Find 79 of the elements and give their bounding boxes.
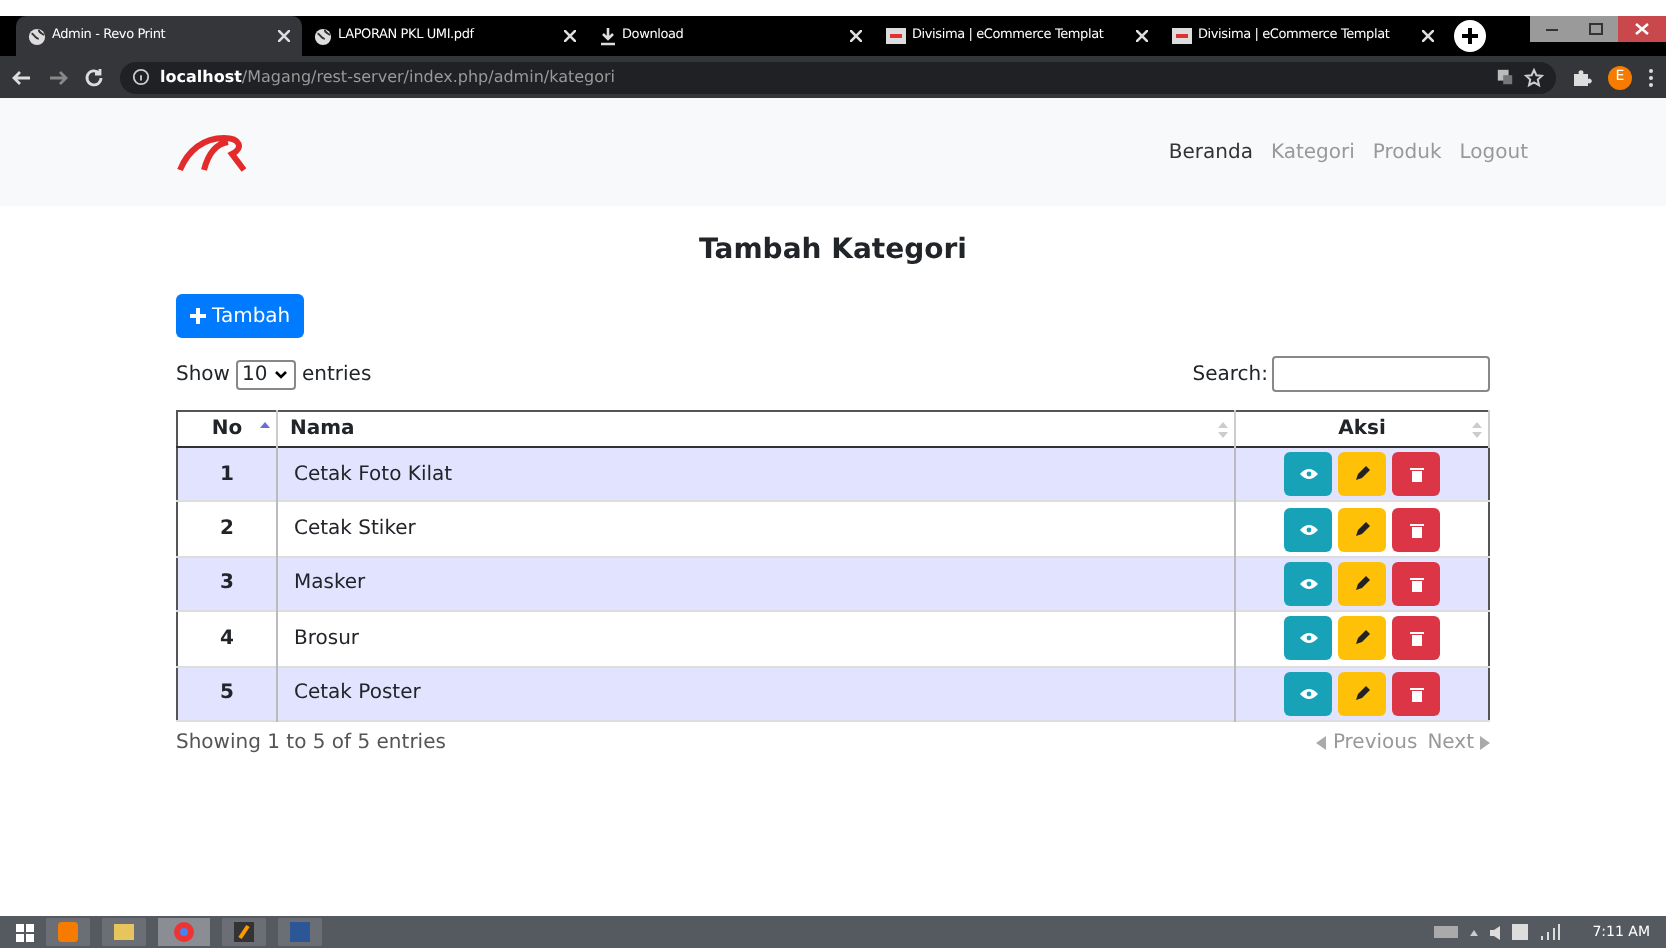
table-cell: 2 bbox=[177, 501, 277, 557]
table-cell: Masker bbox=[277, 556, 1235, 612]
eye-icon bbox=[1299, 687, 1317, 700]
delete-button[interactable] bbox=[1392, 452, 1440, 497]
table-info: Showing 1 to 5 of 5 entries bbox=[176, 729, 446, 758]
left-arrow-icon bbox=[1316, 735, 1327, 750]
pencil-icon bbox=[1354, 466, 1370, 483]
new-tab-icon[interactable] bbox=[1454, 20, 1486, 52]
pencil-icon bbox=[1354, 521, 1370, 538]
edit-button[interactable] bbox=[1338, 507, 1386, 552]
add-button[interactable]: Tambah bbox=[176, 294, 305, 338]
close-icon[interactable] bbox=[564, 30, 576, 42]
close-icon[interactable] bbox=[278, 30, 290, 42]
table-cell: 3 bbox=[177, 556, 277, 612]
right-arrow-icon bbox=[1480, 735, 1490, 750]
table-cell: Cetak Foto Kilat bbox=[277, 447, 1235, 502]
edit-button[interactable] bbox=[1338, 561, 1386, 606]
table-cell: Cetak Stiker bbox=[277, 501, 1235, 557]
restore-icon[interactable] bbox=[1574, 16, 1618, 42]
edit-button[interactable] bbox=[1338, 671, 1386, 716]
forward-icon[interactable] bbox=[48, 67, 68, 87]
speaker-icon[interactable] bbox=[1490, 925, 1501, 939]
page-title: Tambah Kategori bbox=[697, 232, 969, 270]
trash-icon bbox=[1409, 521, 1423, 538]
back-icon[interactable] bbox=[12, 67, 32, 87]
address-bar[interactable]: localhost/Magang/rest-server/index.php/admin/kategori bbox=[120, 61, 1556, 93]
sort-icon bbox=[1472, 422, 1482, 438]
delete-button[interactable] bbox=[1392, 616, 1440, 661]
show-label: Show bbox=[176, 361, 230, 389]
close-icon[interactable] bbox=[1422, 30, 1434, 42]
puzzle-icon[interactable] bbox=[1572, 67, 1592, 87]
plus-icon bbox=[190, 308, 206, 324]
globe-icon bbox=[314, 27, 332, 45]
entries-select[interactable]: 10 bbox=[235, 359, 296, 389]
search-label: Search: bbox=[1192, 361, 1268, 389]
minimize-icon[interactable] bbox=[1530, 16, 1574, 42]
trash-icon bbox=[1409, 685, 1423, 702]
table-cell: 4 bbox=[177, 611, 277, 667]
table-cell: 1 bbox=[177, 447, 277, 502]
table-cell: Cetak Poster bbox=[277, 666, 1235, 721]
pencil-icon bbox=[1354, 630, 1370, 647]
caret-icon[interactable] bbox=[1470, 929, 1479, 935]
site-icon bbox=[1172, 28, 1192, 44]
eye-icon bbox=[1299, 577, 1317, 590]
delete-button[interactable] bbox=[1392, 671, 1440, 716]
windows-icon[interactable] bbox=[16, 923, 34, 941]
close-icon[interactable] bbox=[1136, 30, 1148, 42]
menu-icon[interactable] bbox=[1648, 67, 1654, 87]
edit-button[interactable] bbox=[1338, 452, 1386, 497]
delete-button[interactable] bbox=[1392, 561, 1440, 606]
globe-icon bbox=[28, 27, 46, 45]
sort-icon bbox=[1218, 422, 1228, 438]
star-icon[interactable] bbox=[1524, 67, 1544, 87]
info-icon bbox=[132, 68, 150, 86]
edit-button[interactable] bbox=[1338, 616, 1386, 661]
url-text: localhost/Magang/rest-server/index.php/admin/kategori bbox=[160, 65, 616, 89]
pencil-icon bbox=[1354, 685, 1370, 702]
table-cell: 5 bbox=[177, 666, 277, 721]
delete-button[interactable] bbox=[1392, 507, 1440, 552]
site-icon bbox=[886, 28, 906, 44]
nav-link[interactable]: Beranda bbox=[1168, 137, 1253, 167]
trash-icon bbox=[1409, 466, 1423, 483]
entries-label: entries bbox=[301, 361, 372, 389]
signal-icon[interactable] bbox=[1540, 924, 1561, 940]
pencil-icon bbox=[1354, 575, 1370, 592]
download-icon bbox=[600, 27, 616, 45]
app-icon[interactable] bbox=[222, 918, 266, 946]
search-field[interactable] bbox=[1272, 356, 1490, 392]
caret-icon bbox=[273, 369, 288, 379]
trash-icon bbox=[1409, 575, 1423, 592]
folder-icon[interactable] bbox=[102, 918, 146, 946]
table-cell: Brosur bbox=[277, 611, 1235, 667]
eye-icon bbox=[1299, 523, 1317, 536]
close-icon[interactable] bbox=[850, 30, 862, 42]
reload-icon[interactable] bbox=[84, 67, 104, 87]
translate-icon[interactable] bbox=[1496, 68, 1514, 86]
trash-icon bbox=[1409, 630, 1423, 647]
eye-icon bbox=[1299, 632, 1317, 645]
eye-icon bbox=[1299, 468, 1317, 481]
